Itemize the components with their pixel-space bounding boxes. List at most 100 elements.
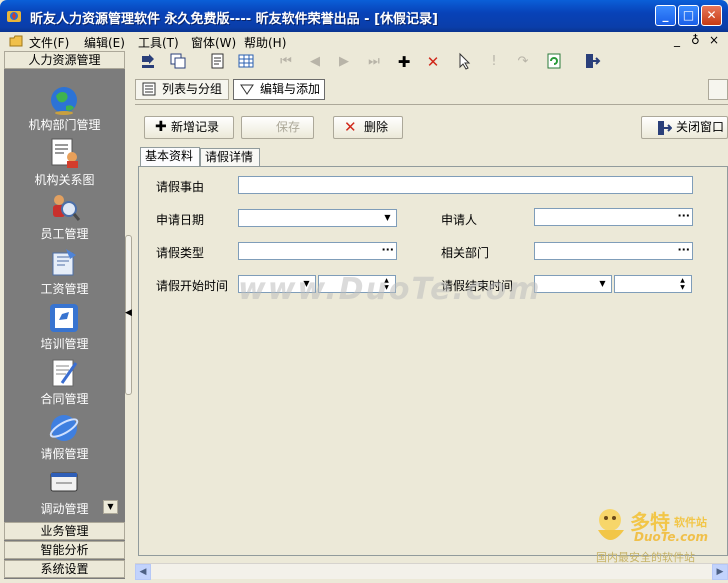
reason-label: 请假事由 bbox=[156, 180, 205, 194]
undo-icon[interactable]: ↷ bbox=[513, 52, 533, 72]
sidebar-item-salary[interactable]: 工资管理 bbox=[4, 245, 125, 297]
save-label: 保存 bbox=[276, 120, 301, 134]
menu-help[interactable]: 帮助(H) bbox=[244, 34, 286, 51]
end-date-picker[interactable]: ▼ bbox=[534, 275, 612, 293]
exit-icon[interactable] bbox=[582, 52, 602, 72]
delete-x-icon: ✕ bbox=[344, 118, 357, 136]
reason-input[interactable] bbox=[238, 176, 693, 194]
grid-icon[interactable] bbox=[236, 52, 256, 72]
app-icon[interactable] bbox=[6, 8, 22, 24]
tab-list-group[interactable]: 列表与分组 bbox=[135, 79, 229, 100]
save-button[interactable]: 保存 bbox=[241, 116, 314, 139]
contract-icon bbox=[48, 357, 80, 389]
menu-file[interactable]: 文件(F) bbox=[29, 34, 69, 51]
last-record-icon[interactable]: ⏭ bbox=[364, 52, 384, 72]
document-icon[interactable] bbox=[207, 52, 227, 72]
sidebar-item-label: 员工管理 bbox=[40, 227, 89, 241]
delete-label: 删除 bbox=[364, 120, 389, 134]
training-icon bbox=[48, 302, 80, 334]
ellipsis-icon[interactable]: ··· bbox=[381, 243, 394, 256]
minimize-button[interactable]: _ bbox=[655, 5, 676, 26]
watermark: www.DuoTe.com bbox=[238, 272, 542, 307]
transfer-icon bbox=[48, 467, 80, 499]
sidebar-item-training[interactable]: 培训管理 bbox=[4, 300, 125, 352]
duplicate-icon[interactable] bbox=[168, 52, 188, 72]
menu-edit[interactable]: 编辑(E) bbox=[84, 34, 125, 51]
ellipsis-icon[interactable]: ··· bbox=[677, 243, 690, 256]
delete-button[interactable]: ✕ 删除 bbox=[333, 116, 403, 139]
previous-record-icon[interactable]: ◀ bbox=[305, 52, 325, 72]
add-icon[interactable]: ✚ bbox=[394, 52, 414, 72]
panel-options-button[interactable] bbox=[708, 79, 728, 100]
horizontal-scrollbar[interactable]: ◀ ▶ bbox=[135, 563, 728, 580]
start-time-label: 请假开始时间 bbox=[156, 279, 229, 293]
apply-date-picker[interactable]: ▼ bbox=[238, 209, 397, 227]
scroll-right-icon[interactable]: ▶ bbox=[712, 564, 728, 580]
logo-tagline: 国内最安全的软件站 bbox=[596, 551, 695, 564]
sidebar-item-label: 机构关系图 bbox=[34, 173, 95, 187]
first-record-icon[interactable]: ⏮ bbox=[276, 52, 296, 72]
leave-type-label: 请假类型 bbox=[156, 246, 205, 260]
globe-icon bbox=[48, 84, 80, 116]
tab-edit-add[interactable]: 编辑与添加 bbox=[233, 79, 325, 100]
sidebar-item-leave[interactable]: 请假管理 bbox=[4, 410, 125, 462]
cursor-icon[interactable] bbox=[454, 52, 474, 72]
applicant-label: 申请人 bbox=[441, 213, 478, 227]
maximize-button[interactable]: □ bbox=[678, 5, 699, 26]
leave-icon bbox=[48, 412, 80, 444]
sidebar-item-label: 培训管理 bbox=[40, 337, 89, 351]
collapse-arrow-icon[interactable]: ◀ bbox=[125, 308, 132, 318]
applicant-input[interactable]: ··· bbox=[534, 208, 693, 226]
apply-date-label: 申请日期 bbox=[156, 213, 205, 227]
list-icon bbox=[142, 82, 156, 102]
refresh-icon[interactable] bbox=[544, 52, 564, 72]
sidebar-item-label: 请假管理 bbox=[40, 447, 89, 461]
department-input[interactable]: ··· bbox=[534, 242, 693, 260]
scroll-left-icon[interactable]: ◀ bbox=[135, 564, 151, 580]
mdi-minimize-button[interactable]: _ bbox=[674, 33, 680, 47]
close-window-action-button[interactable]: 关闭窗口 bbox=[641, 116, 728, 139]
sidebar-item-label: 工资管理 bbox=[40, 282, 89, 296]
sidebar-group-analysis[interactable]: 智能分析 bbox=[4, 541, 125, 559]
window-title: 昕友人力资源管理软件 永久免费版---- 昕友软件荣誉出品 - [休假记录] bbox=[30, 12, 438, 27]
sidebar-item-label: 机构部门管理 bbox=[28, 118, 101, 132]
menu-tools[interactable]: 工具(T) bbox=[138, 34, 179, 51]
ellipsis-icon[interactable]: ··· bbox=[677, 209, 690, 222]
plus-icon: ✚ bbox=[155, 119, 167, 135]
sidebar-item-contract[interactable]: 合同管理 bbox=[4, 355, 125, 407]
delete-icon[interactable]: ✕ bbox=[423, 52, 443, 72]
sidebar-item-employee[interactable]: 员工管理 bbox=[4, 190, 125, 242]
exclamation-icon[interactable]: ! bbox=[484, 52, 504, 72]
sidebar-group-business[interactable]: 业务管理 bbox=[4, 522, 125, 540]
end-time-spinner[interactable]: ▲ ▼ bbox=[614, 275, 692, 293]
org-chart-icon bbox=[48, 137, 80, 169]
tab-edit-add-label: 编辑与添加 bbox=[260, 82, 321, 96]
logo-brand-suffix: 软件站 bbox=[674, 516, 707, 529]
next-record-icon[interactable]: ▶ bbox=[334, 52, 354, 72]
mdi-child-icon[interactable] bbox=[8, 33, 24, 49]
duote-logo: 多特 软件站 DuoTe.com 国内最安全的软件站 bbox=[590, 500, 728, 564]
sidebar-item-department[interactable]: 机构部门管理 bbox=[4, 80, 125, 132]
sidebar-header-hr[interactable]: 人力资源管理 bbox=[4, 51, 125, 69]
close-window-label: 关闭窗口 bbox=[676, 120, 725, 134]
menu-window[interactable]: 窗体(W) bbox=[191, 34, 236, 51]
sidebar-item-org-chart[interactable]: 机构关系图 bbox=[4, 135, 125, 187]
add-record-button[interactable]: ✚ 新增记录 bbox=[144, 116, 234, 139]
edit-icon bbox=[240, 82, 254, 102]
import-icon[interactable] bbox=[138, 52, 158, 72]
spinner-icon[interactable]: ▲ ▼ bbox=[675, 277, 690, 291]
tab-leave-detail[interactable]: 请假详情 bbox=[200, 148, 260, 166]
employee-icon bbox=[48, 192, 81, 224]
leave-type-input[interactable]: ··· bbox=[238, 242, 397, 260]
tab-basic-info[interactable]: 基本资料 bbox=[140, 147, 200, 167]
logo-url: DuoTe.com bbox=[634, 530, 708, 544]
sidebar-scroll-down-button[interactable]: ▼ bbox=[103, 500, 118, 514]
chevron-down-icon[interactable]: ▼ bbox=[380, 211, 395, 225]
mdi-close-button[interactable]: × bbox=[709, 33, 719, 47]
close-window-button[interactable]: ✕ bbox=[701, 5, 722, 26]
sidebar-group-settings[interactable]: 系统设置 bbox=[4, 560, 125, 578]
chevron-down-icon[interactable]: ▼ bbox=[595, 277, 610, 291]
mdi-restore-button[interactable]: ♁ bbox=[691, 33, 700, 47]
exit-door-icon bbox=[656, 120, 673, 143]
tab-list-group-label: 列表与分组 bbox=[162, 82, 223, 96]
